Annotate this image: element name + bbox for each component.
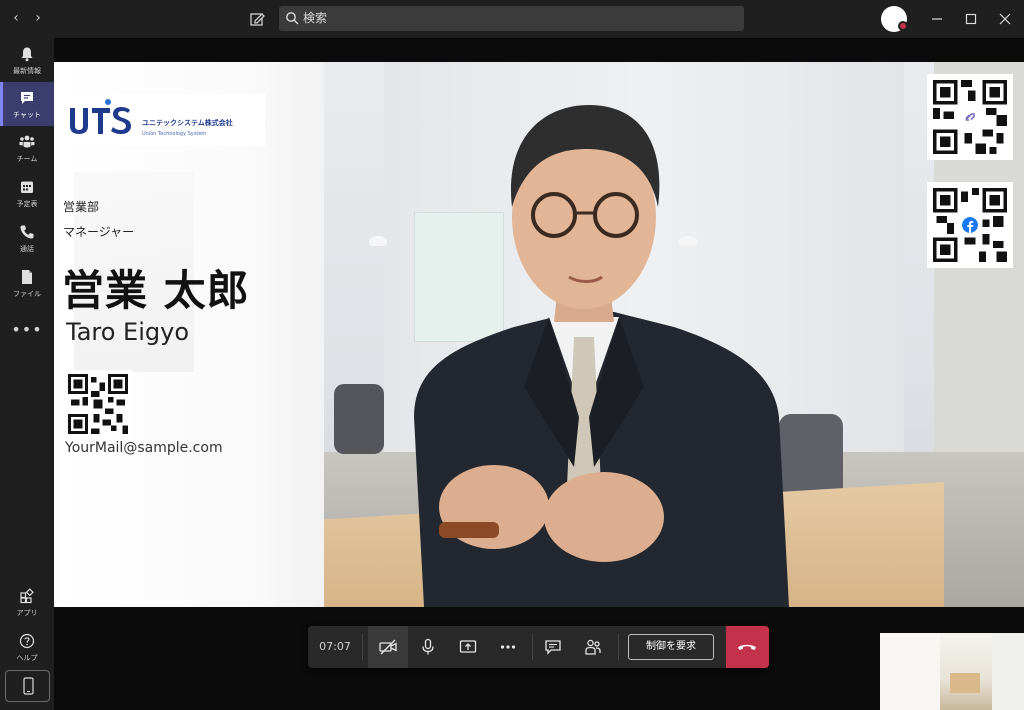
rail-item-apps[interactable]: アプリ [0,580,54,624]
help-icon [19,633,35,649]
presenter-image [414,105,789,607]
calendar-icon [21,181,33,193]
rail-label: チャット [13,111,41,119]
participants-button[interactable] [573,626,613,668]
device-button[interactable] [5,670,50,702]
more-apps-icon[interactable]: ••• [0,318,54,342]
self-preview-video[interactable] [880,633,1024,710]
hang-up-button[interactable] [726,626,769,668]
more-actions-button[interactable] [488,626,528,668]
conversation-button[interactable] [533,626,573,668]
facebook-qr-code-icon [927,182,1013,268]
hang-up-icon [738,644,756,650]
chat-bubble-icon [545,640,561,655]
rail-label: 通話 [20,245,34,253]
rail-label: ファイル [13,290,41,298]
search-box[interactable] [279,6,744,31]
rail-label: アプリ [16,609,38,617]
email-qr-code-icon [64,370,132,438]
rail-item-activity[interactable]: 最新情報 [0,38,54,82]
job-title: マネージャー [63,225,135,239]
name-english: Taro Eigyo [66,318,189,346]
file-icon [22,270,32,284]
camera-off-icon [379,639,397,655]
company-name: ユニテックシステム株式会社 [142,119,233,127]
search-icon [286,12,299,25]
rail-label: チーム [16,155,38,163]
call-timer: 07:07 [319,640,351,653]
rail-label: 予定表 [16,200,38,208]
meeting-stage: ユニテックシステム株式会社 Union Technology System 営業… [54,38,1024,710]
rail-item-files[interactable]: ファイル [0,261,54,305]
business-card-panel: ユニテックシステム株式会社 Union Technology System 営業… [54,62,324,607]
uts-logo-icon [70,99,131,134]
search-input[interactable] [303,8,733,28]
maximize-icon[interactable] [960,8,982,30]
app-rail: 最新情報 チャット チーム 予定表 通話 ファイル ••• アプリ ヘルプ [0,38,54,710]
company-name-en: Union Technology System [142,131,207,137]
share-screen-icon [459,640,477,653]
more-icon [500,645,516,649]
company-logo: ユニテックシステム株式会社 Union Technology System [62,94,265,146]
call-controls-bar: 07:07 制御を要求 [308,626,769,668]
request-control-button[interactable]: 制御を要求 [628,634,714,660]
participants-icon [585,639,601,655]
camera-toggle-button[interactable] [368,626,408,668]
phone-icon [20,225,34,239]
compose-icon[interactable] [246,8,268,30]
name-japanese: 営業 太郎 [62,266,250,315]
rail-item-chat[interactable]: チャット [0,82,54,126]
facebook-icon [962,217,978,233]
rail-item-teams[interactable]: チーム [0,126,54,170]
teams-icon [19,135,35,148]
close-icon[interactable] [994,8,1016,30]
link-icon [962,109,978,125]
bell-icon [21,47,33,62]
rail-label: ヘルプ [16,654,38,662]
rail-item-calendar[interactable]: 予定表 [0,171,54,215]
rail-item-calls[interactable]: 通話 [0,216,54,260]
forward-arrow-icon[interactable]: › [28,8,48,28]
department: 営業部 [63,200,100,214]
minimize-icon[interactable] [926,8,948,30]
participant-video: ユニテックシステム株式会社 Union Technology System 営業… [54,62,1024,607]
mobile-icon [23,677,34,695]
apps-icon [20,588,34,604]
rail-label: 最新情報 [13,67,41,75]
rail-item-help[interactable]: ヘルプ [0,625,54,669]
chat-icon [21,92,33,104]
share-screen-button[interactable] [448,626,488,668]
title-bar: ‹ › [0,0,1024,38]
teams-window: ‹ › 検索 最新情報 チャット チーム 予定表 通話 ファイル ••• アプリ… [0,0,1024,710]
link-qr-code-icon [927,74,1013,160]
presence-status-icon [898,21,908,31]
microphone-icon [422,638,434,655]
microphone-button[interactable] [408,626,448,668]
email-address: YourMail@sample.com [65,440,223,456]
back-arrow-icon[interactable]: ‹ [6,8,26,28]
